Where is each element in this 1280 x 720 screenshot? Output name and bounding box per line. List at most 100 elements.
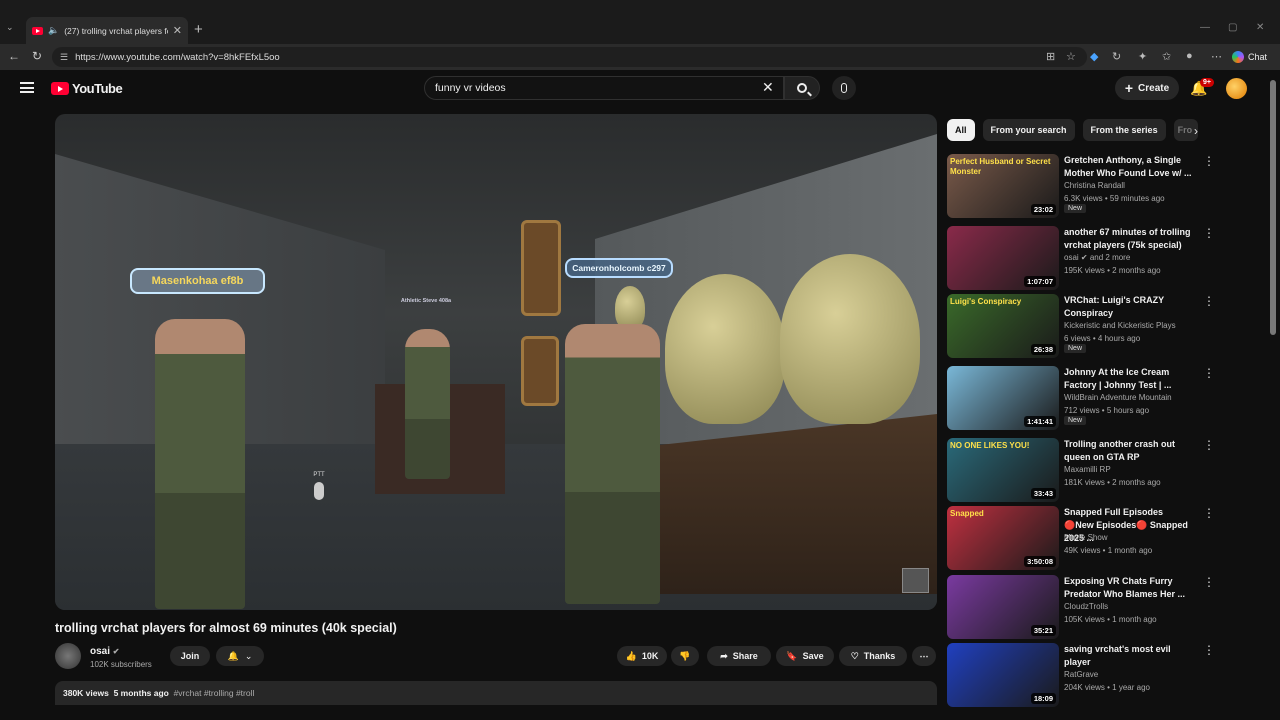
chip-all[interactable]: All: [947, 119, 975, 141]
more-vertical-icon[interactable]: ⋮: [1203, 575, 1215, 589]
url-field[interactable]: ☰ https://www.youtube.com/watch?v=8hkFEf…: [52, 47, 1087, 67]
maximize-icon[interactable]: ▢: [1228, 22, 1237, 33]
hashtags[interactable]: #vrchat #trolling #troll: [174, 688, 255, 698]
voice-search-button[interactable]: [832, 76, 856, 100]
notification-count-badge: 9+: [1200, 78, 1214, 87]
ptt-label: PTT: [313, 472, 325, 478]
duration-badge: 3:50:08: [1024, 556, 1056, 567]
recommendation-item[interactable]: NO ONE LIKES YOU! 33:43 Trolling another c…: [947, 438, 1215, 502]
profile-icon[interactable]: ●: [1186, 50, 1193, 62]
like-button[interactable]: 👍 10K: [617, 646, 667, 666]
extensions-puzzle-icon[interactable]: ✦: [1138, 50, 1147, 63]
recommendation-item[interactable]: Snapped 3:50:08 Snapped Full Episodes 🔴New…: [947, 506, 1215, 570]
extension-icon[interactable]: ◆: [1090, 50, 1098, 63]
chip-from-the-series[interactable]: From the series: [1082, 119, 1166, 141]
recommendation-channel[interactable]: WildBrain Adventure Mountain: [1064, 393, 1172, 402]
dislike-button[interactable]: 👎: [671, 646, 699, 666]
more-vertical-icon[interactable]: ⋮: [1203, 294, 1215, 308]
recommendation-thumbnail[interactable]: 1:07:07: [947, 226, 1059, 290]
more-vertical-icon[interactable]: ⋮: [1203, 366, 1215, 380]
more-vertical-icon[interactable]: ⋮: [1203, 643, 1215, 657]
recommendation-channel[interactable]: CloudzTrolls: [1064, 602, 1108, 611]
channel-avatar[interactable]: [55, 643, 81, 669]
close-window-icon[interactable]: ✕: [1256, 22, 1264, 33]
site-info-icon[interactable]: ☰: [60, 52, 68, 63]
copilot-chat-button[interactable]: Chat: [1232, 48, 1267, 66]
thanks-button[interactable]: ♡ Thanks: [839, 646, 907, 666]
thumbnail-text: Snapped: [950, 509, 984, 518]
speaker-icon[interactable]: 🔈: [48, 25, 59, 36]
tab-list-chevron-icon[interactable]: ⌄: [6, 22, 14, 33]
video-player[interactable]: Masenkohaa ef8b Cameronholcomb c297 Athl…: [55, 114, 937, 610]
back-icon[interactable]: ←: [8, 49, 20, 63]
recommendation-item[interactable]: 18:09 saving vrchat's most evil player Rat…: [947, 643, 1215, 707]
page-scrollbar[interactable]: [1270, 80, 1276, 700]
scrollbar-thumb[interactable]: [1270, 80, 1276, 335]
close-tab-icon[interactable]: ✕: [173, 24, 182, 37]
join-button[interactable]: Join: [170, 646, 210, 666]
recommendation-item[interactable]: 1:07:07 another 67 minutes of trolling vr…: [947, 226, 1215, 290]
recommendation-channel[interactable]: Christina Randall: [1064, 181, 1125, 190]
more-vertical-icon[interactable]: ⋮: [1203, 226, 1215, 240]
recommendation-item[interactable]: 35:21 Exposing VR Chats Furry Predator Wh…: [947, 575, 1215, 639]
like-count: 10K: [641, 651, 659, 661]
recommendation-title[interactable]: Exposing VR Chats Furry Predator Who Bla…: [1064, 575, 1194, 601]
browser-menu-icon[interactable]: ⋯: [1211, 50, 1222, 63]
browser-tab-bar: ⌄ 🔈 (27) trolling vrchat players for ✕ +…: [0, 0, 1280, 44]
more-actions-button[interactable]: ⋯: [912, 646, 936, 666]
save-label: Save: [802, 651, 824, 661]
more-vertical-icon[interactable]: ⋮: [1203, 506, 1215, 520]
recommendation-meta: 181K views • 2 months ago: [1064, 478, 1161, 487]
more-vertical-icon[interactable]: ⋮: [1203, 438, 1215, 452]
duration-badge: 18:09: [1030, 693, 1056, 704]
recommendation-title[interactable]: VRChat: Luigi's CRAZY Conspiracy: [1064, 294, 1194, 320]
recommendation-thumbnail[interactable]: 35:21: [947, 575, 1059, 639]
recommendation-item[interactable]: 1:41:41 Johnny At the Ice Cream Factory |…: [947, 366, 1215, 430]
recommendation-title[interactable]: Johnny At the Ice Cream Factory | Johnny…: [1064, 366, 1194, 392]
menu-icon[interactable]: [20, 82, 34, 93]
create-button[interactable]: + Create: [1115, 76, 1179, 100]
search-button[interactable]: [784, 76, 820, 100]
recommendation-title[interactable]: Trolling another crash out queen on GTA …: [1064, 438, 1194, 464]
recommendation-channel[interactable]: Movie Show: [1064, 533, 1108, 542]
chip-from-your-search[interactable]: From your search: [982, 119, 1075, 141]
recommendation-thumbnail[interactable]: Perfect Husband or Secret Monster 23:02: [947, 154, 1059, 218]
thumbnail-text: Perfect Husband or Secret Monster: [950, 157, 1051, 176]
favorites-icon[interactable]: ✩: [1162, 50, 1171, 63]
refresh-ext-icon[interactable]: ↻: [1112, 50, 1121, 63]
recommendation-thumbnail[interactable]: 18:09: [947, 643, 1059, 707]
chevron-right-icon[interactable]: ›: [1194, 124, 1198, 138]
account-avatar[interactable]: [1226, 78, 1247, 99]
channel-name[interactable]: osai ✔: [90, 646, 120, 657]
recommendation-title[interactable]: Gretchen Anthony, a Single Mother Who Fo…: [1064, 154, 1194, 180]
duration-badge: 35:21: [1030, 625, 1056, 636]
new-tab-button[interactable]: +: [194, 21, 203, 38]
recommendation-thumbnail[interactable]: 1:41:41: [947, 366, 1059, 430]
share-button[interactable]: ➦ Share: [707, 646, 771, 666]
recommendation-thumbnail[interactable]: Snapped 3:50:08: [947, 506, 1059, 570]
recommendation-channel[interactable]: osai ✔ and 2 more: [1064, 253, 1130, 262]
recommendation-title[interactable]: saving vrchat's most evil player: [1064, 643, 1194, 669]
clear-search-icon[interactable]: ✕: [762, 79, 774, 96]
recommendation-item[interactable]: Perfect Husband or Secret Monster 23:02 Gr…: [947, 154, 1215, 218]
recommendation-thumbnail[interactable]: NO ONE LIKES YOU! 33:43: [947, 438, 1059, 502]
minimize-icon[interactable]: —: [1200, 22, 1210, 33]
description-box[interactable]: 380K views 5 months ago #vrchat #trollin…: [55, 681, 937, 705]
recommendation-channel[interactable]: Kickeristic and Kickeristic Plays: [1064, 321, 1176, 330]
recommendation-channel[interactable]: RatGrave: [1064, 670, 1098, 679]
browser-tab[interactable]: 🔈 (27) trolling vrchat players for ✕: [26, 17, 188, 44]
plus-icon: +: [1124, 80, 1134, 96]
youtube-logo[interactable]: YouTube: [51, 81, 123, 96]
more-vertical-icon[interactable]: ⋮: [1203, 154, 1215, 168]
reload-icon[interactable]: ↻: [32, 49, 42, 63]
subscription-bell-button[interactable]: 🔔 ⌄: [216, 646, 264, 666]
search-input[interactable]: funny vr videos: [424, 76, 784, 100]
save-button[interactable]: 🔖 Save: [776, 646, 834, 666]
recommendation-title[interactable]: another 67 minutes of trolling vrchat pl…: [1064, 226, 1194, 252]
recommendation-channel[interactable]: Maxamilli RP: [1064, 465, 1111, 474]
favorite-star-icon[interactable]: ☆: [1066, 50, 1076, 63]
apps-icon[interactable]: ⊞: [1046, 50, 1055, 63]
youtube-logo-icon: [51, 82, 69, 95]
recommendation-item[interactable]: Luigi's Conspiracy 26:38 VRChat: Luigi's C…: [947, 294, 1215, 358]
recommendation-thumbnail[interactable]: Luigi's Conspiracy 26:38: [947, 294, 1059, 358]
